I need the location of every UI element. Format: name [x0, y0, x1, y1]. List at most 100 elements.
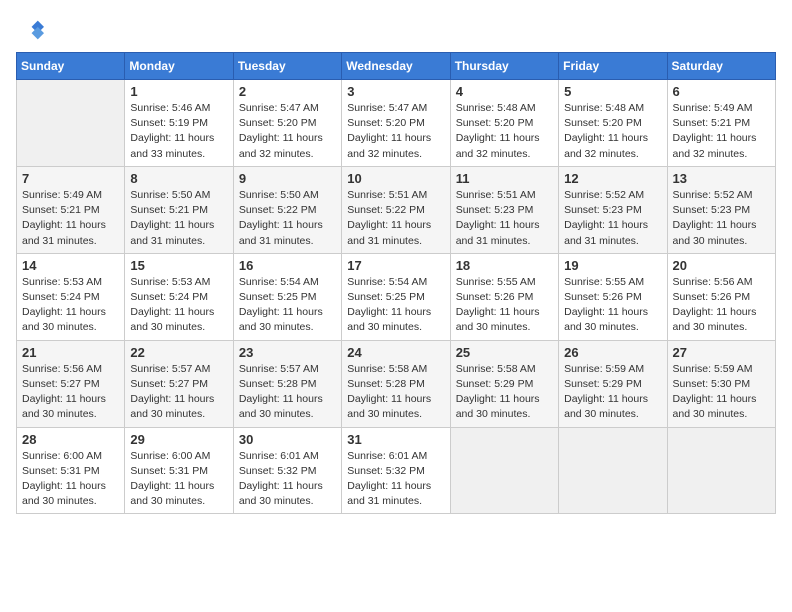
day-number: 10	[347, 171, 444, 186]
day-info: Sunrise: 5:55 AMSunset: 5:26 PMDaylight:…	[456, 275, 553, 336]
day-info: Sunrise: 5:59 AMSunset: 5:29 PMDaylight:…	[564, 362, 661, 423]
day-number: 15	[130, 258, 227, 273]
day-number: 2	[239, 84, 336, 99]
day-info: Sunrise: 5:47 AMSunset: 5:20 PMDaylight:…	[347, 101, 444, 162]
day-info: Sunrise: 5:51 AMSunset: 5:22 PMDaylight:…	[347, 188, 444, 249]
day-number: 1	[130, 84, 227, 99]
header-saturday: Saturday	[667, 53, 775, 80]
logo-icon	[16, 16, 44, 44]
day-number: 7	[22, 171, 119, 186]
day-info: Sunrise: 5:53 AMSunset: 5:24 PMDaylight:…	[130, 275, 227, 336]
day-cell: 11 Sunrise: 5:51 AMSunset: 5:23 PMDayligh…	[450, 166, 558, 253]
day-info: Sunrise: 5:57 AMSunset: 5:27 PMDaylight:…	[130, 362, 227, 423]
day-info: Sunrise: 5:50 AMSunset: 5:21 PMDaylight:…	[130, 188, 227, 249]
day-info: Sunrise: 5:53 AMSunset: 5:24 PMDaylight:…	[22, 275, 119, 336]
day-cell: 2 Sunrise: 5:47 AMSunset: 5:20 PMDaylight…	[233, 80, 341, 167]
day-cell: 30 Sunrise: 6:01 AMSunset: 5:32 PMDayligh…	[233, 427, 341, 514]
day-info: Sunrise: 5:50 AMSunset: 5:22 PMDaylight:…	[239, 188, 336, 249]
day-cell: 19 Sunrise: 5:55 AMSunset: 5:26 PMDayligh…	[559, 253, 667, 340]
day-info: Sunrise: 5:56 AMSunset: 5:27 PMDaylight:…	[22, 362, 119, 423]
day-info: Sunrise: 5:57 AMSunset: 5:28 PMDaylight:…	[239, 362, 336, 423]
day-info: Sunrise: 5:51 AMSunset: 5:23 PMDaylight:…	[456, 188, 553, 249]
day-cell: 8Sunrise: 5:50 AMSunset: 5:21 PMDaylight…	[125, 166, 233, 253]
day-cell: 5 Sunrise: 5:48 AMSunset: 5:20 PMDaylight…	[559, 80, 667, 167]
day-number: 17	[347, 258, 444, 273]
day-cell	[559, 427, 667, 514]
logo	[16, 16, 48, 44]
day-cell: 22 Sunrise: 5:57 AMSunset: 5:27 PMDayligh…	[125, 340, 233, 427]
day-number: 24	[347, 345, 444, 360]
header-friday: Friday	[559, 53, 667, 80]
day-info: Sunrise: 5:59 AMSunset: 5:30 PMDaylight:…	[673, 362, 770, 423]
day-info: Sunrise: 5:48 AMSunset: 5:20 PMDaylight:…	[564, 101, 661, 162]
week-row-4: 21 Sunrise: 5:56 AMSunset: 5:27 PMDayligh…	[17, 340, 776, 427]
header-row: SundayMondayTuesdayWednesdayThursdayFrid…	[17, 53, 776, 80]
day-info: Sunrise: 5:58 AMSunset: 5:28 PMDaylight:…	[347, 362, 444, 423]
day-cell: 17 Sunrise: 5:54 AMSunset: 5:25 PMDayligh…	[342, 253, 450, 340]
header-thursday: Thursday	[450, 53, 558, 80]
day-cell: 20Sunrise: 5:56 AMSunset: 5:26 PMDayligh…	[667, 253, 775, 340]
day-info: Sunrise: 5:54 AMSunset: 5:25 PMDaylight:…	[347, 275, 444, 336]
day-number: 14	[22, 258, 119, 273]
day-info: Sunrise: 6:00 AMSunset: 5:31 PMDaylight:…	[22, 449, 119, 510]
day-info: Sunrise: 5:47 AMSunset: 5:20 PMDaylight:…	[239, 101, 336, 162]
day-cell: 28 Sunrise: 6:00 AMSunset: 5:31 PMDayligh…	[17, 427, 125, 514]
day-info: Sunrise: 5:54 AMSunset: 5:25 PMDaylight:…	[239, 275, 336, 336]
day-info: Sunrise: 6:00 AMSunset: 5:31 PMDaylight:…	[130, 449, 227, 510]
day-number: 18	[456, 258, 553, 273]
day-cell: 15 Sunrise: 5:53 AMSunset: 5:24 PMDayligh…	[125, 253, 233, 340]
calendar-table: SundayMondayTuesdayWednesdayThursdayFrid…	[16, 52, 776, 514]
header-wednesday: Wednesday	[342, 53, 450, 80]
day-number: 13	[673, 171, 770, 186]
day-number: 23	[239, 345, 336, 360]
day-info: Sunrise: 5:52 AMSunset: 5:23 PMDaylight:…	[673, 188, 770, 249]
header-tuesday: Tuesday	[233, 53, 341, 80]
day-cell: 3 Sunrise: 5:47 AMSunset: 5:20 PMDaylight…	[342, 80, 450, 167]
day-number: 21	[22, 345, 119, 360]
day-cell: 21 Sunrise: 5:56 AMSunset: 5:27 PMDayligh…	[17, 340, 125, 427]
day-number: 11	[456, 171, 553, 186]
day-number: 30	[239, 432, 336, 447]
day-number: 12	[564, 171, 661, 186]
day-number: 4	[456, 84, 553, 99]
day-info: Sunrise: 5:48 AMSunset: 5:20 PMDaylight:…	[456, 101, 553, 162]
day-cell: 12Sunrise: 5:52 AMSunset: 5:23 PMDayligh…	[559, 166, 667, 253]
day-cell: 24 Sunrise: 5:58 AMSunset: 5:28 PMDayligh…	[342, 340, 450, 427]
page-header	[16, 16, 776, 44]
day-number: 5	[564, 84, 661, 99]
day-cell: 10 Sunrise: 5:51 AMSunset: 5:22 PMDayligh…	[342, 166, 450, 253]
day-number: 9	[239, 171, 336, 186]
day-cell: 16 Sunrise: 5:54 AMSunset: 5:25 PMDayligh…	[233, 253, 341, 340]
day-number: 20	[673, 258, 770, 273]
day-number: 19	[564, 258, 661, 273]
day-cell: 6Sunrise: 5:49 AMSunset: 5:21 PMDaylight…	[667, 80, 775, 167]
day-cell: 31 Sunrise: 6:01 AMSunset: 5:32 PMDayligh…	[342, 427, 450, 514]
week-row-2: 7 Sunrise: 5:49 AMSunset: 5:21 PMDaylight…	[17, 166, 776, 253]
day-cell	[450, 427, 558, 514]
day-number: 25	[456, 345, 553, 360]
day-info: Sunrise: 6:01 AMSunset: 5:32 PMDaylight:…	[347, 449, 444, 510]
day-info: Sunrise: 5:58 AMSunset: 5:29 PMDaylight:…	[456, 362, 553, 423]
week-row-3: 14 Sunrise: 5:53 AMSunset: 5:24 PMDayligh…	[17, 253, 776, 340]
day-cell: 27Sunrise: 5:59 AMSunset: 5:30 PMDayligh…	[667, 340, 775, 427]
day-info: Sunrise: 6:01 AMSunset: 5:32 PMDaylight:…	[239, 449, 336, 510]
day-cell: 23 Sunrise: 5:57 AMSunset: 5:28 PMDayligh…	[233, 340, 341, 427]
day-number: 22	[130, 345, 227, 360]
day-cell: 13 Sunrise: 5:52 AMSunset: 5:23 PMDayligh…	[667, 166, 775, 253]
day-cell	[17, 80, 125, 167]
day-cell: 25 Sunrise: 5:58 AMSunset: 5:29 PMDayligh…	[450, 340, 558, 427]
day-number: 28	[22, 432, 119, 447]
day-cell: 29Sunrise: 6:00 AMSunset: 5:31 PMDayligh…	[125, 427, 233, 514]
day-info: Sunrise: 5:49 AMSunset: 5:21 PMDaylight:…	[22, 188, 119, 249]
day-cell: 4 Sunrise: 5:48 AMSunset: 5:20 PMDaylight…	[450, 80, 558, 167]
header-monday: Monday	[125, 53, 233, 80]
week-row-1: 1Sunrise: 5:46 AMSunset: 5:19 PMDaylight…	[17, 80, 776, 167]
day-info: Sunrise: 5:55 AMSunset: 5:26 PMDaylight:…	[564, 275, 661, 336]
week-row-5: 28 Sunrise: 6:00 AMSunset: 5:31 PMDayligh…	[17, 427, 776, 514]
day-cell: 1Sunrise: 5:46 AMSunset: 5:19 PMDaylight…	[125, 80, 233, 167]
day-number: 16	[239, 258, 336, 273]
day-cell: 7 Sunrise: 5:49 AMSunset: 5:21 PMDaylight…	[17, 166, 125, 253]
day-number: 3	[347, 84, 444, 99]
day-number: 31	[347, 432, 444, 447]
day-number: 6	[673, 84, 770, 99]
